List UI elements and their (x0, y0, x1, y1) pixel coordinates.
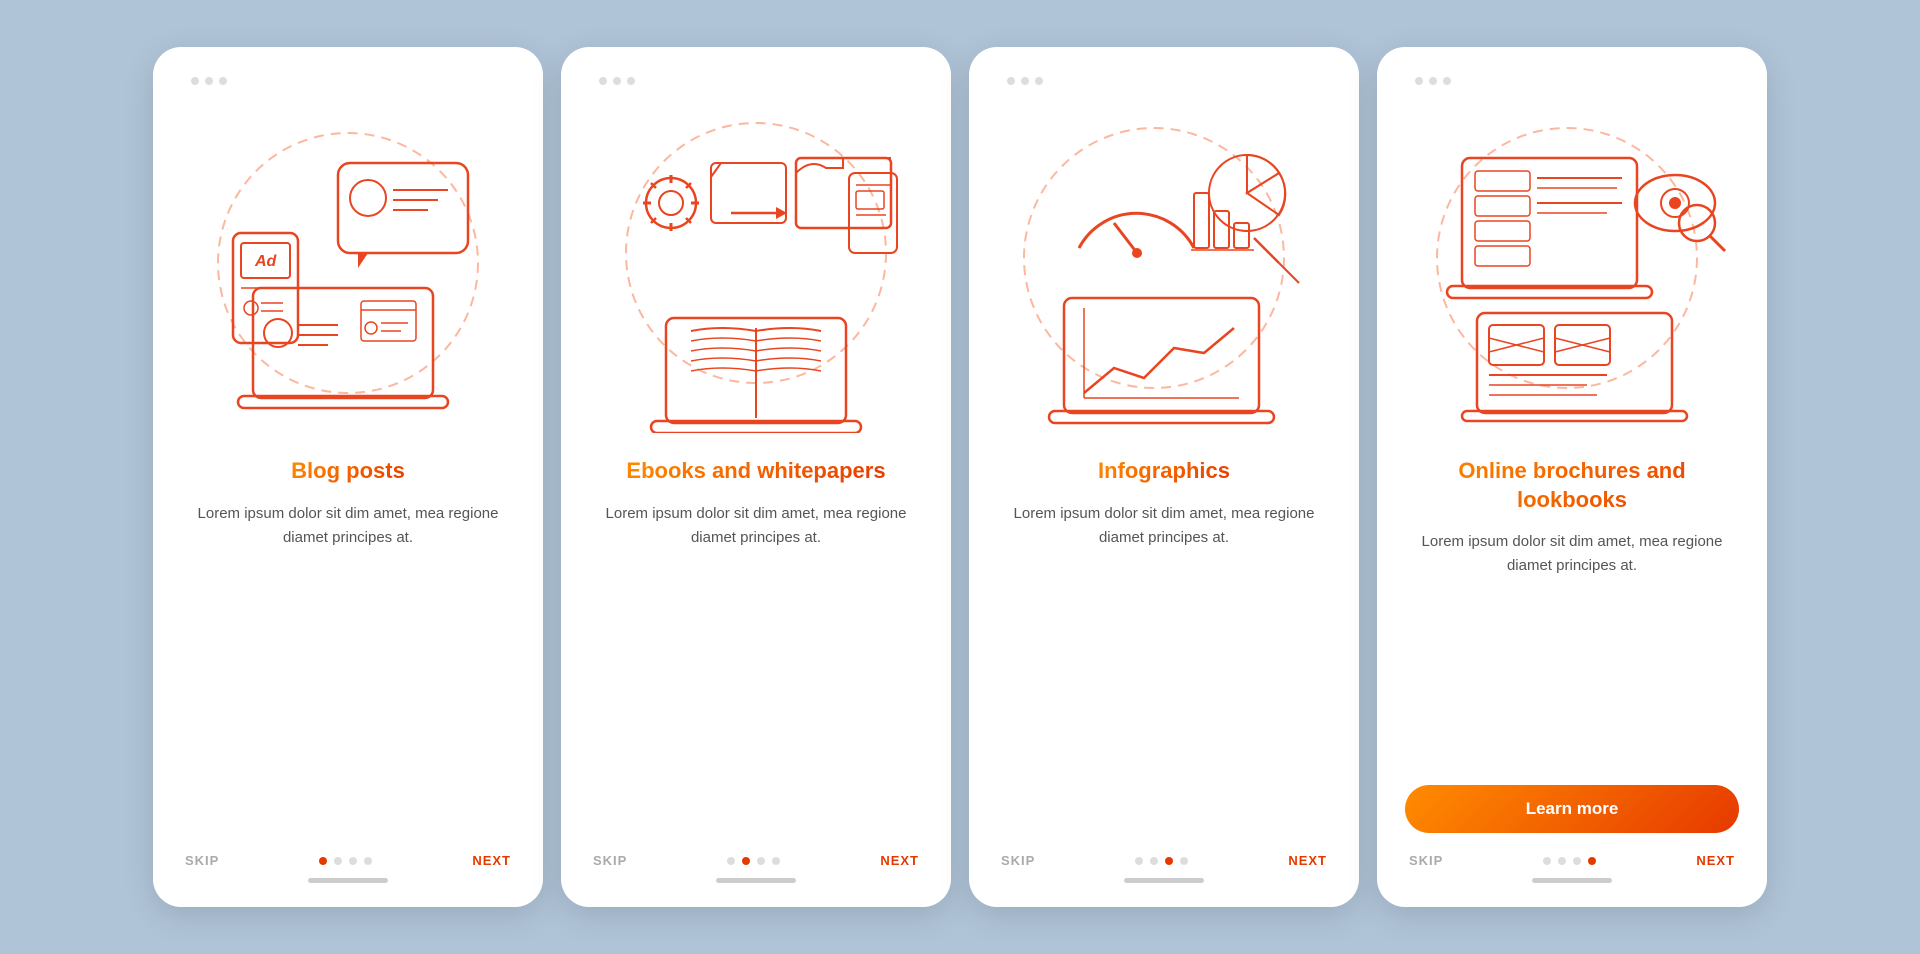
nav-dot (1558, 857, 1566, 865)
status-dot (1429, 77, 1437, 85)
status-bar-2 (599, 77, 635, 85)
status-bar-4 (1415, 77, 1451, 85)
nav-dot-active (1588, 857, 1596, 865)
scroll-handle-4 (1532, 878, 1612, 883)
nav-dot (727, 857, 735, 865)
nav-dot (334, 857, 342, 865)
learn-more-button[interactable]: Learn more (1405, 785, 1739, 833)
card-3-next[interactable]: NEXT (1288, 853, 1327, 868)
card-2-skip[interactable]: SKIP (593, 853, 627, 868)
scroll-handle-1 (308, 878, 388, 883)
infographics-illustration (999, 103, 1329, 433)
svg-text:Ad: Ad (254, 253, 278, 270)
nav-dot-active (319, 857, 327, 865)
status-dot (613, 77, 621, 85)
blog-posts-illustration: Ad (183, 103, 513, 433)
status-bar-3 (1007, 77, 1043, 85)
card-infographics: Infographics Lorem ipsum dolor sit dim a… (969, 47, 1359, 907)
card-blog-posts: Ad Blog posts Lorem ipsum (153, 47, 543, 907)
card-1-next[interactable]: NEXT (472, 853, 511, 868)
card-4-dots (1543, 857, 1596, 865)
nav-dot (1543, 857, 1551, 865)
status-dot (205, 77, 213, 85)
card-3-title: Infographics (1098, 457, 1230, 486)
status-dot (1007, 77, 1015, 85)
status-dot (191, 77, 199, 85)
card-4-body: Lorem ipsum dolor sit dim amet, mea regi… (1405, 530, 1739, 757)
card-4-nav: SKIP NEXT (1405, 853, 1739, 868)
card-1-skip[interactable]: SKIP (185, 853, 219, 868)
ebooks-illustration (591, 103, 921, 433)
card-brochures: Online brochures and lookbooks Lorem ips… (1377, 47, 1767, 907)
card-3-dots (1135, 857, 1188, 865)
nav-dot (1135, 857, 1143, 865)
card-2-title: Ebooks and whitepapers (626, 457, 885, 486)
nav-dot (364, 857, 372, 865)
status-dot (219, 77, 227, 85)
card-1-body: Lorem ipsum dolor sit dim amet, mea regi… (181, 502, 515, 825)
status-dot (1415, 77, 1423, 85)
card-1-dots (319, 857, 372, 865)
card-2-nav: SKIP NEXT (589, 853, 923, 868)
card-2-body: Lorem ipsum dolor sit dim amet, mea regi… (589, 502, 923, 825)
card-4-skip[interactable]: SKIP (1409, 853, 1443, 868)
scroll-handle-2 (716, 878, 796, 883)
card-3-body: Lorem ipsum dolor sit dim amet, mea regi… (997, 502, 1331, 825)
status-dot (627, 77, 635, 85)
card-2-next[interactable]: NEXT (880, 853, 919, 868)
status-dot (1021, 77, 1029, 85)
nav-dot (1150, 857, 1158, 865)
card-1-title: Blog posts (291, 457, 405, 486)
card-3-nav: SKIP NEXT (997, 853, 1331, 868)
brochures-illustration (1407, 103, 1737, 433)
nav-dot (349, 857, 357, 865)
nav-dot-active (1165, 857, 1173, 865)
card-3-skip[interactable]: SKIP (1001, 853, 1035, 868)
status-dot (599, 77, 607, 85)
status-dot (1443, 77, 1451, 85)
card-ebooks: Ebooks and whitepapers Lorem ipsum dolor… (561, 47, 951, 907)
card-4-next[interactable]: NEXT (1696, 853, 1735, 868)
card-4-title: Online brochures and lookbooks (1405, 457, 1739, 514)
nav-dot (757, 857, 765, 865)
card-2-dots (727, 857, 780, 865)
status-dot (1035, 77, 1043, 85)
card-1-nav: SKIP NEXT (181, 853, 515, 868)
nav-dot (1573, 857, 1581, 865)
scroll-handle-3 (1124, 878, 1204, 883)
status-bar-1 (191, 77, 227, 85)
nav-dot (1180, 857, 1188, 865)
nav-dot-active (742, 857, 750, 865)
nav-dot (772, 857, 780, 865)
cards-container: Ad Blog posts Lorem ipsum (93, 7, 1827, 947)
